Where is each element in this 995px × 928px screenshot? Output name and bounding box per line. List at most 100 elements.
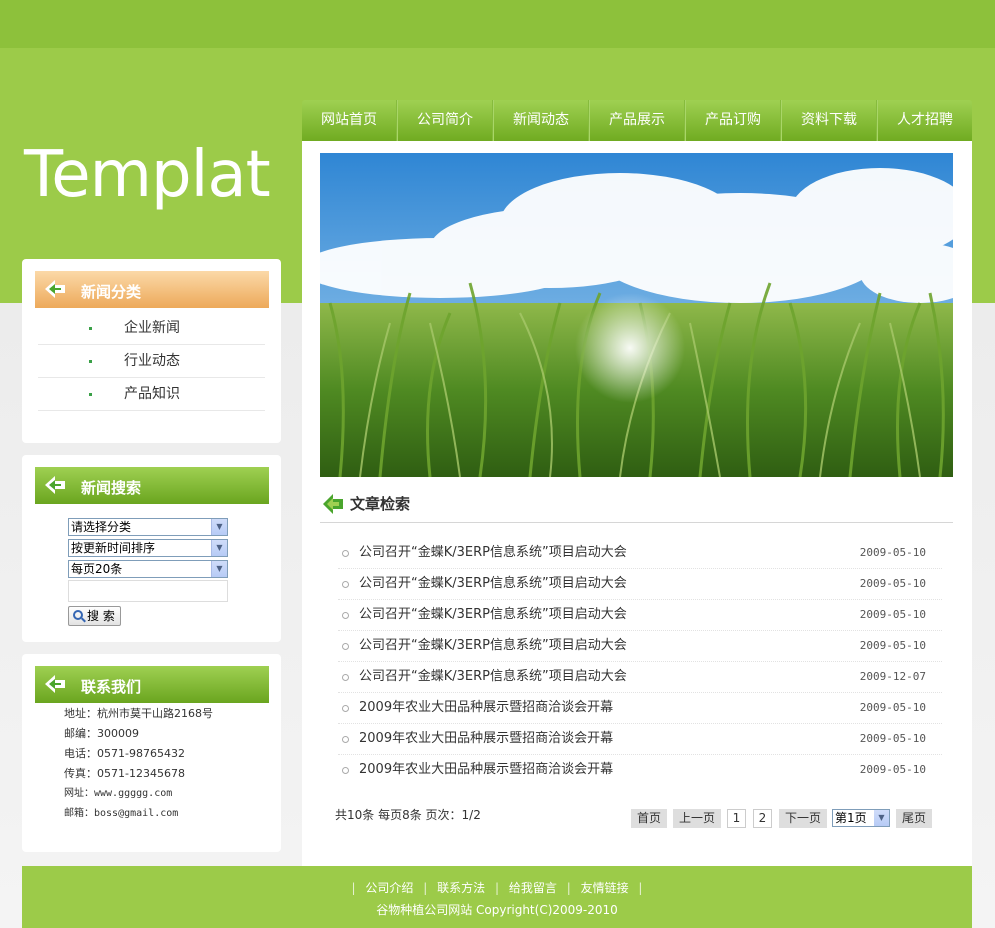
list-item: 公司召开“金蝶K/3ERP信息系统”项目启动大会 2009-05-10 — [338, 569, 942, 600]
copyright: 谷物种植公司网站 Copyright(C)2009-2010 — [376, 903, 618, 917]
arrow-icon — [45, 675, 65, 693]
footer-separator: | — [351, 881, 356, 895]
per-page-select-value: 每页20条 — [71, 562, 123, 576]
nav-about[interactable]: 公司简介 — [397, 100, 493, 141]
search-icon — [73, 610, 83, 620]
list-item: 2009年农业大田品种展示暨招商洽谈会开幕 2009-05-10 — [338, 724, 942, 755]
footer-link-contact[interactable]: 联系方法 — [437, 881, 485, 895]
list-item: 公司召开“金蝶K/3ERP信息系统”项目启动大会 2009-12-07 — [338, 662, 942, 693]
site-logo[interactable]: Template — [22, 110, 272, 220]
footer-separator: | — [494, 881, 500, 895]
footer-separator: | — [566, 881, 571, 895]
chevron-down-icon: ▼ — [211, 540, 227, 556]
footer-link-message[interactable]: 给我留言 — [509, 881, 557, 895]
bullet-icon — [342, 674, 349, 681]
list-item: 公司召开“金蝶K/3ERP信息系统”项目启动大会 2009-05-10 — [338, 631, 942, 662]
article-link[interactable]: 公司召开“金蝶K/3ERP信息系统”项目启动大会 — [359, 662, 627, 692]
bullet-icon — [342, 767, 349, 774]
news-categories-title: 新闻分类 — [81, 283, 142, 301]
nav-home[interactable]: 网站首页 — [302, 100, 397, 141]
news-categories-header: 新闻分类 — [35, 271, 269, 308]
article-link[interactable]: 2009年农业大田品种展示暨招商洽谈会开幕 — [359, 693, 613, 723]
pager-next-button[interactable]: 下一页 — [779, 809, 827, 828]
news-search-title: 新闻搜索 — [81, 479, 142, 497]
category-select[interactable]: 请选择分类 ▼ — [68, 518, 228, 536]
arrow-icon — [45, 280, 65, 298]
contact-fax: 传真：0571-12345678 — [64, 767, 185, 780]
news-search-header: 新闻搜索 — [35, 467, 269, 504]
bullet-icon — [342, 736, 349, 743]
list-item: 2009年农业大田品种展示暨招商洽谈会开幕 2009-05-10 — [338, 755, 942, 786]
article-link[interactable]: 公司召开“金蝶K/3ERP信息系统”项目启动大会 — [359, 631, 627, 661]
footer: | 公司介绍 | 联系方法 | 给我留言 | 友情链接 | 谷物种植公司网站 C… — [22, 866, 972, 928]
category-select-value: 请选择分类 — [71, 520, 132, 534]
arrow-icon — [45, 476, 65, 494]
chevron-down-icon: ▼ — [874, 810, 889, 826]
pager-prev-button[interactable]: 上一页 — [673, 809, 721, 828]
contact-address: 地址：杭州市莫干山路2168号 — [64, 707, 213, 720]
search-button[interactable]: 搜 索 — [68, 606, 121, 626]
article-date: 2009-05-10 — [859, 546, 926, 559]
pager-page-select[interactable]: 第1页 ▼ — [832, 809, 890, 827]
footer-separator: | — [638, 881, 643, 895]
category-enterprise-news[interactable]: 企业新闻 — [38, 312, 265, 345]
list-item: 2009年农业大田品种展示暨招商洽谈会开幕 2009-05-10 — [338, 693, 942, 724]
article-date: 2009-12-07 — [859, 670, 926, 683]
footer-link-company[interactable]: 公司介绍 — [365, 881, 413, 895]
bullet-icon — [342, 612, 349, 619]
contact-header: 联系我们 — [35, 666, 269, 703]
bullet-icon — [342, 705, 349, 712]
pager-last-button[interactable]: 尾页 — [896, 809, 932, 828]
article-search-title: 文章检索 — [350, 495, 411, 513]
nav-news[interactable]: 新闻动态 — [493, 100, 589, 141]
footer-links: | 公司介绍 | 联系方法 | 给我留言 | 友情链接 | — [22, 879, 972, 896]
divider — [320, 522, 953, 523]
contact-website: 网址：www.ggggg.com — [64, 788, 173, 799]
nav-products[interactable]: 产品展示 — [589, 100, 685, 141]
article-link[interactable]: 2009年农业大田品种展示暨招商洽谈会开幕 — [359, 724, 613, 754]
article-link[interactable]: 2009年农业大田品种展示暨招商洽谈会开幕 — [359, 755, 613, 785]
article-link[interactable]: 公司召开“金蝶K/3ERP信息系统”项目启动大会 — [359, 538, 627, 568]
pager-info: 共10条 每页8条 页次：1/2 — [335, 808, 481, 822]
article-date: 2009-05-10 — [859, 577, 926, 590]
per-page-select[interactable]: 每页20条 ▼ — [68, 560, 228, 578]
bullet-icon — [342, 643, 349, 650]
footer-link-friends[interactable]: 友情链接 — [581, 881, 629, 895]
article-date: 2009-05-10 — [859, 732, 926, 745]
bullet-icon — [342, 550, 349, 557]
article-link[interactable]: 公司召开“金蝶K/3ERP信息系统”项目启动大会 — [359, 600, 627, 630]
article-date: 2009-05-10 — [859, 608, 926, 621]
footer-separator: | — [423, 881, 428, 895]
header-band — [0, 0, 995, 48]
article-list: 公司召开“金蝶K/3ERP信息系统”项目启动大会 2009-05-10 公司召开… — [338, 538, 942, 786]
sort-select-value: 按更新时间排序 — [71, 541, 156, 555]
nav-order[interactable]: 产品订购 — [685, 100, 781, 141]
article-date: 2009-05-10 — [859, 701, 926, 714]
nav-downloads[interactable]: 资料下载 — [781, 100, 877, 141]
pager-page-2[interactable]: 2 — [753, 809, 772, 828]
contact-email: 邮箱：boss@gmail.com — [64, 808, 179, 819]
pager-page-1[interactable]: 1 — [727, 809, 746, 828]
category-product-knowledge[interactable]: 产品知识 — [38, 378, 265, 411]
news-categories-list: 企业新闻 行业动态 产品知识 — [38, 312, 265, 411]
article-date: 2009-05-10 — [859, 763, 926, 776]
contact-postcode: 邮编：300009 — [64, 727, 139, 740]
chevron-down-icon: ▼ — [211, 519, 227, 535]
search-input[interactable] — [68, 580, 228, 602]
search-button-label: 搜 索 — [87, 609, 115, 623]
article-link[interactable]: 公司召开“金蝶K/3ERP信息系统”项目启动大会 — [359, 569, 627, 599]
pager-first-button[interactable]: 首页 — [631, 809, 667, 828]
contact-title: 联系我们 — [81, 678, 142, 696]
nav-jobs[interactable]: 人才招聘 — [877, 100, 972, 141]
list-item: 公司召开“金蝶K/3ERP信息系统”项目启动大会 2009-05-10 — [338, 600, 942, 631]
article-date: 2009-05-10 — [859, 639, 926, 652]
pager-page-select-value: 第1页 — [835, 811, 867, 825]
banner-image — [320, 153, 953, 477]
main-nav: 网站首页 公司简介 新闻动态 产品展示 产品订购 资料下载 人才招聘 — [302, 100, 972, 141]
category-industry-news[interactable]: 行业动态 — [38, 345, 265, 378]
sort-select[interactable]: 按更新时间排序 ▼ — [68, 539, 228, 557]
arrow-icon — [323, 494, 343, 514]
bullet-icon — [342, 581, 349, 588]
chevron-down-icon: ▼ — [211, 561, 227, 577]
logo-text: Template — [23, 138, 272, 212]
